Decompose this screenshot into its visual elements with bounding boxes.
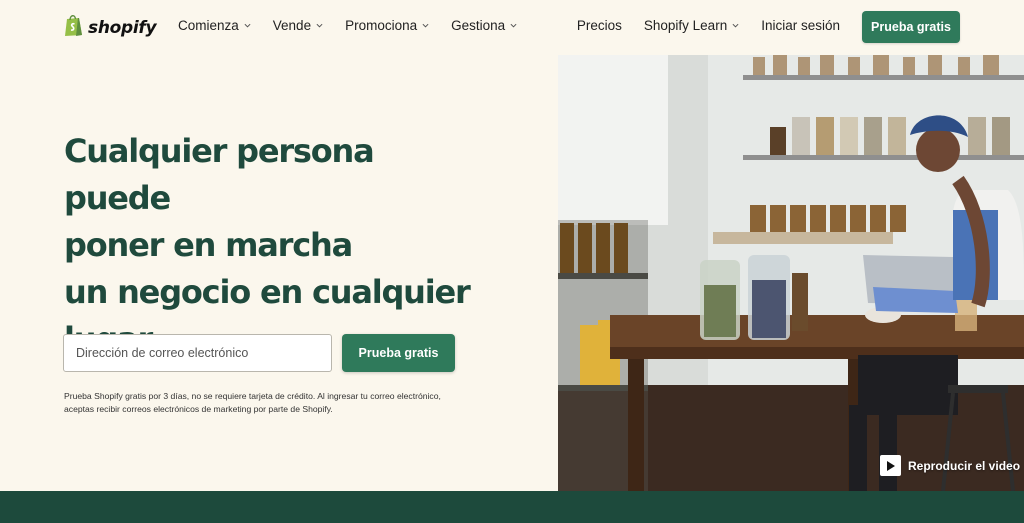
primary-nav: Comienza Vende Promociona Gestiona <box>178 18 517 33</box>
nav-item-label: Precios <box>576 18 622 33</box>
play-icon <box>880 455 901 476</box>
headline-line: Cualquier persona puede <box>64 132 375 217</box>
site-header: shopify Comienza Vende Promociona Gestio… <box>0 0 1024 55</box>
headline-line: poner en marcha <box>64 226 353 264</box>
nav-item-label: Comienza <box>178 18 239 33</box>
email-field[interactable] <box>63 334 332 372</box>
secondary-nav: Precios Shopify Learn Iniciar sesión <box>577 18 840 33</box>
headline-line: un negocio en cualquier <box>64 273 471 311</box>
bottom-section-band <box>0 491 1024 523</box>
nav-item-label: Vende <box>272 18 312 33</box>
header-trial-button[interactable]: Prueba gratis <box>862 11 960 43</box>
nav-item-label: Promociona <box>345 18 418 33</box>
nav-item-vende[interactable]: Vende <box>273 18 323 33</box>
nav-item-iniciar-sesion[interactable]: Iniciar sesión <box>761 18 840 33</box>
nav-item-promociona[interactable]: Promociona <box>345 18 429 33</box>
chevron-down-icon <box>732 23 739 28</box>
nav-item-precios[interactable]: Precios <box>577 18 622 33</box>
nav-item-comienza[interactable]: Comienza <box>178 18 251 33</box>
nav-item-label: Shopify Learn <box>643 18 728 33</box>
chevron-down-icon <box>316 23 323 28</box>
chevron-down-icon <box>422 23 429 28</box>
hero-headline: Cualquier persona puede poner en marcha … <box>64 128 484 363</box>
shopping-bag-icon <box>64 13 84 42</box>
hero-photo <box>558 55 1024 491</box>
play-video-button[interactable]: Reproducir el video <box>880 455 1020 476</box>
disclaimer-line: Prueba Shopify gratis por 3 días, no se … <box>64 391 441 401</box>
hero-photo-illustration <box>558 55 1024 491</box>
nav-item-label: Iniciar sesión <box>761 18 840 33</box>
chevron-down-icon <box>510 23 517 28</box>
shopify-logo[interactable]: shopify <box>64 13 157 42</box>
nav-item-shopify-learn[interactable]: Shopify Learn <box>644 18 739 33</box>
disclaimer-line: aceptas recibir correos electrónicos de … <box>64 404 333 414</box>
logo-wordmark: shopify <box>88 17 157 38</box>
trial-disclaimer: Prueba Shopify gratis por 3 días, no se … <box>64 390 464 416</box>
nav-item-label: Gestiona <box>451 18 506 33</box>
hero-trial-button[interactable]: Prueba gratis <box>342 334 455 372</box>
chevron-down-icon <box>244 23 251 28</box>
nav-item-gestiona[interactable]: Gestiona <box>451 18 517 33</box>
play-video-label: Reproducir el video <box>908 458 1021 473</box>
